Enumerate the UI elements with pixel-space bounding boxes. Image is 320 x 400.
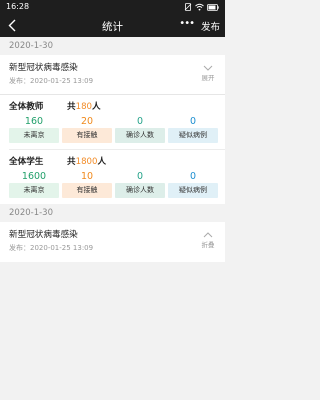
total-suffix: 人 xyxy=(92,102,101,112)
group-label: 全体学生 xyxy=(9,157,44,167)
stat-value: 10 xyxy=(80,171,94,182)
stat-label: 疑似病例 xyxy=(168,183,218,198)
stat-label: 有接触 xyxy=(62,128,112,143)
stat-not-left-beijing[interactable]: 160 未离京 xyxy=(9,115,59,143)
news-card: 新型冠状病毒感染 发布：2020-01-25 13:09 折叠 xyxy=(0,222,225,262)
total-prefix: 共 xyxy=(67,102,76,112)
news-title[interactable]: 新型冠状病毒感染 xyxy=(0,222,225,240)
group-header: 全体学生 共1800人 xyxy=(0,155,225,168)
group-total: 共180人 xyxy=(67,102,101,112)
stats-row: 1600 未离京 10 有接触 0 确诊人数 0 疑似病例 xyxy=(0,170,225,198)
stat-label: 未离京 xyxy=(9,128,59,143)
stat-suspected[interactable]: 0 疑似病例 xyxy=(168,170,218,198)
navigation-bar: 统计 ••• 发布 xyxy=(0,14,225,37)
collapse-label: 折叠 xyxy=(201,241,215,249)
more-menu-icon[interactable]: ••• xyxy=(179,18,195,29)
stat-value: 1600 xyxy=(21,171,47,182)
group-label: 全体教师 xyxy=(9,102,44,112)
section-date: 2020-1-30 xyxy=(0,37,225,55)
stats-row: 160 未离京 20 有接触 0 确诊人数 0 疑似病例 xyxy=(0,115,225,143)
chevron-down-icon xyxy=(203,65,213,71)
collapse-toggle[interactable]: 折叠 xyxy=(199,232,217,249)
section-date: 2020-1-30 xyxy=(0,204,225,222)
stat-contact[interactable]: 10 有接触 xyxy=(62,170,112,198)
stat-value: 0 xyxy=(189,116,197,127)
total-count: 180 xyxy=(75,102,93,112)
total-count: 1800 xyxy=(75,157,98,167)
stat-confirmed[interactable]: 0 确诊人数 xyxy=(115,115,165,143)
total-suffix: 人 xyxy=(97,157,107,167)
news-meta: 发布：2020-01-25 13:09 xyxy=(9,77,94,85)
stat-value: 0 xyxy=(189,171,197,182)
expand-toggle[interactable]: 展开 xyxy=(199,65,217,82)
stat-label: 疑似病例 xyxy=(168,128,218,143)
news-meta: 发布：2020-01-25 13:09 xyxy=(9,244,94,252)
status-icons xyxy=(184,3,219,11)
group-total: 共1800人 xyxy=(67,157,106,167)
stats-group-students: 全体学生 共1800人 1600 未离京 10 有接触 0 确诊人数 0 疑似病例 xyxy=(0,150,225,204)
stats-group-teachers: 全体教师 共180人 160 未离京 20 有接触 0 确诊人数 0 疑似病例 xyxy=(0,95,225,149)
news-card: 新型冠状病毒感染 发布：2020-01-25 13:09 展开 全体教师 共180… xyxy=(0,55,225,204)
battery-icon xyxy=(207,3,219,11)
stat-value: 0 xyxy=(136,171,144,182)
stat-label: 有接触 xyxy=(62,183,112,198)
group-header: 全体教师 共180人 xyxy=(0,100,225,113)
no-sim-icon xyxy=(184,3,192,11)
stat-label: 确诊人数 xyxy=(115,128,165,143)
stat-value: 20 xyxy=(80,116,94,127)
stat-label: 确诊人数 xyxy=(115,183,165,198)
status-time: 16:28 xyxy=(6,2,30,11)
stat-not-left-beijing[interactable]: 1600 未离京 xyxy=(9,170,59,198)
total-prefix: 共 xyxy=(67,157,76,167)
stat-confirmed[interactable]: 0 确诊人数 xyxy=(115,170,165,198)
stat-label: 未离京 xyxy=(9,183,59,198)
stat-suspected[interactable]: 0 疑似病例 xyxy=(168,115,218,143)
stat-value: 0 xyxy=(136,116,144,127)
expand-label: 展开 xyxy=(201,74,215,82)
wifi-icon xyxy=(195,3,204,11)
publish-button[interactable]: 发布 xyxy=(201,19,220,33)
chevron-up-icon xyxy=(203,232,213,238)
news-title[interactable]: 新型冠状病毒感染 xyxy=(0,55,225,73)
status-bar: 16:28 xyxy=(0,0,225,14)
stat-contact[interactable]: 20 有接触 xyxy=(62,115,112,143)
stat-value: 160 xyxy=(24,116,44,127)
